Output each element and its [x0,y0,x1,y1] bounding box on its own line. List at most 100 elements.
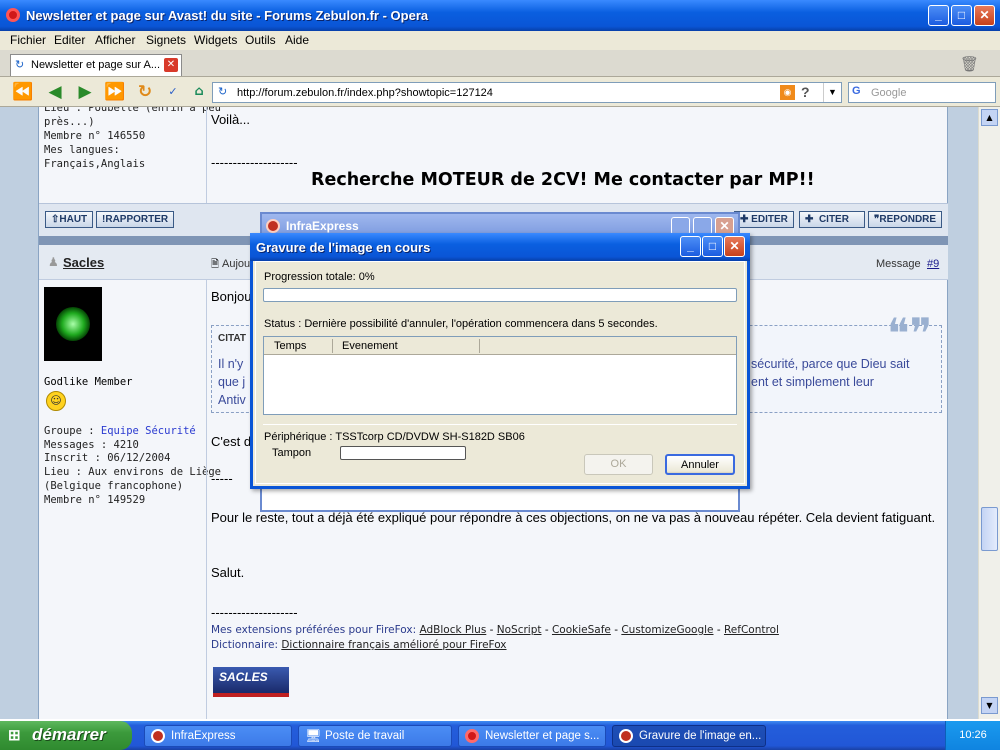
window-title: Newsletter et page sur Avast! du site - … [26,8,429,23]
scroll-up-icon[interactable]: ▲ [981,109,998,126]
infraexpress-title: InfraExpress [286,219,359,233]
info-line: (Belgique francophone) [44,479,184,492]
dialog-minimize-button[interactable]: _ [680,236,701,257]
device-label: Périphérique : TSSTcorp CD/DVDW SH-S182D… [264,431,525,443]
link-noscript[interactable]: NoScript [497,624,542,636]
link-adblock[interactable]: AdBlock Plus [420,624,487,636]
close-tab-icon[interactable]: ✕ [164,58,178,72]
menu-bar: Fichier Editer Afficher Signets Widgets … [0,31,1000,50]
address-bar[interactable]: ↻ http://forum.zebulon.fr/index.php?show… [212,82,842,103]
clock[interactable]: 10:26 [959,729,987,741]
windows-logo-icon: ⊞ [8,727,21,744]
dialog-separator [263,424,737,425]
dialog-close-button[interactable]: ✕ [724,236,745,257]
task-label: Newsletter et page s... [485,730,600,742]
back-icon[interactable]: ◀ [44,82,66,102]
post2-rank: Godlike Member [44,376,133,388]
search-input[interactable]: G Google [848,82,996,103]
repondre-button[interactable]: ❞REPONDRE [868,211,943,228]
post2-salut: Salut. [211,565,245,580]
cancel-button[interactable]: Annuler [665,454,735,475]
minimize-button[interactable]: _ [928,5,949,26]
dialog-maximize-button[interactable]: □ [702,236,723,257]
menu-editer[interactable]: Editer [54,33,85,47]
column-temps[interactable]: Temps [274,340,306,352]
buffer-bar [340,446,466,460]
task-gravure[interactable]: Gravure de l'image en... [612,725,766,747]
infraexpress-icon [266,219,280,233]
menu-aide[interactable]: Aide [285,33,309,47]
group-link[interactable]: Equipe Sécurité [101,425,196,437]
menu-signets[interactable]: Signets [146,33,186,47]
scroll-down-icon[interactable]: ▼ [981,697,998,714]
post1-text: Voilà... [211,112,251,127]
post2-author[interactable]: Sacles [63,255,104,270]
trash-icon[interactable]: 🗑 [960,55,979,73]
editer-button[interactable]: ✚ EDITER [734,211,794,228]
dictionary-link[interactable]: Dictionnaire français amélioré pour Fire… [281,639,506,651]
post2-cest: C'est d [211,434,252,449]
quote-line: Il n'y [218,357,244,371]
forward-icon[interactable]: ▶ [74,82,96,102]
fast-forward-icon[interactable]: ⏩ [104,82,126,102]
tab-newsletter[interactable]: ↻ Newsletter et page sur A... ✕ [10,54,182,76]
column-divider [479,339,480,353]
start-button[interactable]: ⊞ démarrer [0,721,132,750]
reload-icon[interactable]: ↻ [134,82,156,102]
post2-message-label: Message [876,258,921,270]
post2-dashes2: -------------------- [211,605,298,620]
task-poste-de-travail[interactable]: 🖥 Poste de travail [298,725,452,747]
help-icon[interactable]: ? [801,84,810,100]
menu-afficher[interactable]: Afficher [95,33,135,47]
page-icon: ↻ [15,59,25,71]
task-opera[interactable]: Newsletter et page s... [458,725,606,747]
ok-button[interactable]: OK [584,454,653,475]
column-evenement[interactable]: Evenement [342,340,398,352]
progress-label: Progression totale: 0% [264,271,375,283]
burn-dialog-title: Gravure de l'image en cours [256,240,431,255]
info-line: Mes langues: [44,144,120,156]
buffer-label: Tampon [272,447,312,459]
window-titlebar[interactable]: Newsletter et page sur Avast! du site - … [0,0,1000,31]
quote-line: que j [218,375,246,389]
post2-message-number[interactable]: #9 [927,258,939,270]
haut-button[interactable]: ⇧HAUT [45,211,94,228]
computer-icon: 🖥 [305,728,322,743]
rewind-icon[interactable]: ⏪ [12,82,34,102]
maximize-button[interactable]: □ [951,5,972,26]
extensions-label: Mes extensions préférées pour FireFox: [211,624,417,636]
group-label: Groupe : [44,425,95,437]
extensions-line: Mes extensions préférées pour FireFox: A… [211,624,779,636]
info-line: Membre n° 149529 [44,493,146,506]
quote-text-left: Il n'y que j Antiv [218,355,246,409]
citer-button[interactable]: ✚ CITER [799,211,865,228]
link-refcontrol[interactable]: RefControl [724,624,779,636]
post2-date: Aujou [222,258,251,270]
task-infraexpress[interactable]: InfraExpress [144,725,292,747]
page-scrollbar[interactable]: ▲ ▼ [978,107,1000,719]
menu-fichier[interactable]: Fichier [10,33,46,47]
link-cookiesafe[interactable]: CookieSafe [552,624,611,636]
menu-widgets[interactable]: Widgets [194,33,237,47]
menu-outils[interactable]: Outils [245,33,276,47]
user-icon: ♟ [48,255,59,269]
chevron-down-icon[interactable]: ▼ [823,83,841,102]
close-button[interactable]: ✕ [974,5,995,26]
quote-line: sécurité, parce que Dieu sait [751,357,910,371]
rss-icon[interactable]: ◉ [780,85,795,100]
quote-line: ent et simplement leur [751,375,874,389]
tab-label: Newsletter et page sur A... [31,59,161,71]
opera-logo-icon [6,8,20,22]
burn-dialog-titlebar[interactable]: Gravure de l'image en cours _ □ ✕ [250,233,750,261]
quote-text-right: sécurité, parce que Dieu sait ent et sim… [751,355,909,391]
info-line: près...) [44,116,95,128]
wand-icon[interactable]: ✓ [162,82,184,102]
home-icon[interactable]: ⌂ [188,82,210,102]
link-customizegoogle[interactable]: CustomizeGoogle [621,624,713,636]
scroll-thumb[interactable] [981,507,998,551]
post1-signature: Recherche MOTEUR de 2CV! Me contacter pa… [311,170,815,190]
info-line: Lieu : Poubelle (enfin à peu [44,107,222,114]
column-divider [206,280,207,719]
rapporter-button[interactable]: !RAPPORTER [96,211,175,228]
event-list-header: Temps Evenement [264,337,736,355]
